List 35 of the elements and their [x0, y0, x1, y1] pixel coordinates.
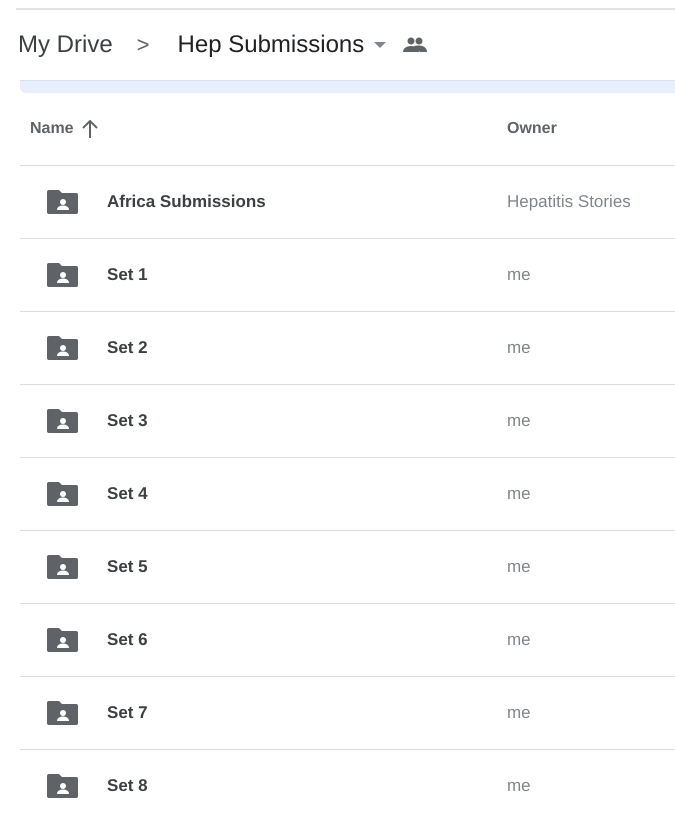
shared-folder-icon — [47, 263, 78, 287]
shared-folder-icon — [47, 555, 78, 579]
shared-folder-icon — [47, 701, 78, 725]
owner-cell: me — [507, 411, 531, 431]
folder-name[interactable]: Set 7 — [107, 703, 148, 723]
owner-cell: me — [507, 703, 531, 723]
folder-name[interactable]: Set 8 — [107, 776, 148, 796]
shared-folder-icon — [47, 482, 78, 506]
owner-cell: me — [507, 338, 531, 358]
folder-name[interactable]: Africa Submissions — [107, 192, 266, 212]
folder-name[interactable]: Set 6 — [107, 630, 148, 650]
current-folder-button[interactable]: Hep Submissions — [172, 27, 392, 63]
owner-cell: me — [507, 484, 531, 504]
folder-name[interactable]: Set 3 — [107, 411, 148, 431]
owner-cell: Hepatitis Stories — [507, 192, 631, 212]
owner-cell: me — [507, 557, 531, 577]
dropdown-caret-icon[interactable] — [374, 42, 386, 48]
folder-name[interactable]: Set 4 — [107, 484, 148, 504]
folder-name[interactable]: Set 2 — [107, 338, 148, 358]
shared-folder-icon — [47, 409, 78, 433]
folder-name[interactable]: Set 5 — [107, 557, 148, 577]
shared-folder-icon — [47, 190, 78, 214]
shared-folder-icon — [47, 628, 78, 652]
folder-name[interactable]: Set 1 — [107, 265, 148, 285]
owner-cell: me — [507, 776, 531, 796]
owner-cell: me — [507, 630, 531, 650]
column-header[interactable]: Owner — [507, 120, 557, 138]
column-header[interactable]: Name — [20, 120, 98, 138]
people-icon[interactable] — [402, 37, 428, 53]
breadcrumb-separator: > — [136, 32, 150, 58]
shared-folder-icon — [47, 774, 78, 798]
owner-cell: me — [507, 265, 531, 285]
shared-folder-icon — [47, 336, 78, 360]
sort-arrow-icon[interactable] — [82, 120, 98, 138]
breadcrumb-link[interactable]: My Drive — [18, 27, 119, 63]
